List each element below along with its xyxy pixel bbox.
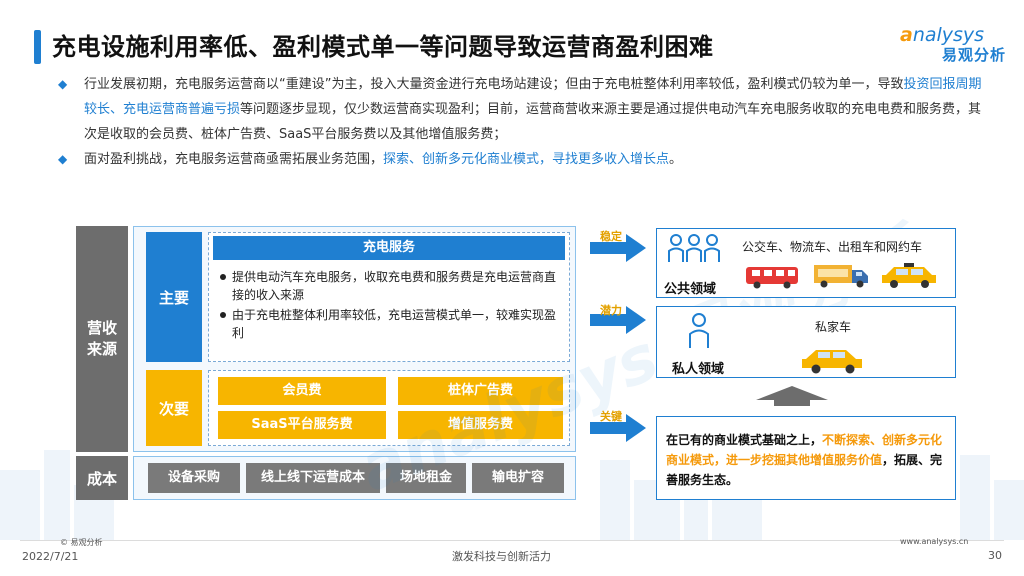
bullet-2-text-a: 面对盈利挑战，充电服务运营商亟需拓展业务范围，	[84, 152, 384, 167]
analysys-logo: analysys 易观分析	[900, 24, 1012, 76]
bullet-1-text-a: 行业发展初期，充电服务运营商以“重建设”为主，投入大量资金进行充电场站建设；但由…	[84, 77, 904, 92]
arrow-label-potential: 潜力	[600, 304, 622, 317]
cost-grid-expansion-chip: 输电扩容	[472, 463, 564, 493]
intro-bullets: ◆ 行业发展初期，充电服务运营商以“重建设”为主，投入大量资金进行充电场站建设；…	[56, 72, 986, 172]
bullet-2-highlight: 探索、创新多元化商业模式，寻找更多收入增长点	[383, 152, 670, 167]
cost-rent-chip: 场地租金	[386, 463, 466, 493]
footer-slogan: 激发科技与创新活力	[452, 550, 551, 563]
membership-fee-chip: 会员费	[218, 377, 386, 405]
public-domain-vehicles: 公交车、物流车、出租车和网约车	[742, 240, 923, 254]
bus-icon	[746, 267, 798, 289]
key-text-a: 在已有的商业模式基础之上，	[666, 433, 823, 447]
private-domain-title: 私人领域	[672, 362, 725, 377]
bullet-2-text-b: 。	[669, 152, 683, 167]
arrow-label-stable: 稳定	[600, 230, 622, 243]
cost-equipment-chip: 设备采购	[148, 463, 240, 493]
list-item: 由于充电桩整体利用率较低，充电运营模式单一，较难实现盈利	[218, 306, 564, 342]
diamond-bullet-icon: ◆	[58, 152, 68, 166]
charging-service-list: 提供电动汽车充电服务，收取充电费和服务费是充电运营商直接的收入来源 由于充电桩整…	[218, 268, 564, 344]
footer-date: 2022/7/21	[22, 550, 79, 563]
arrow-label-key: 关键	[600, 410, 622, 423]
up-arrow-icon	[756, 386, 828, 406]
secondary-revenue-tag: 次要	[146, 370, 202, 446]
logo-chinese: 易观分析	[941, 46, 1006, 64]
cost-operations-chip: 线上线下运营成本	[246, 463, 380, 493]
charging-service-heading: 充电服务	[213, 236, 565, 260]
main-revenue-tag: 主要	[146, 232, 202, 362]
private-domain-vehicles: 私家车	[815, 320, 852, 334]
footer-website: www.analysys.cn	[900, 537, 969, 546]
diamond-bullet-icon: ◆	[58, 77, 68, 91]
person-icon	[689, 313, 709, 348]
cost-label: 成本	[76, 456, 128, 500]
logo-wordmark: nalysys	[912, 24, 985, 46]
logo-letter-a: a	[900, 24, 913, 46]
footer-divider	[20, 540, 1004, 541]
private-car-icon	[802, 350, 862, 374]
page-title: 充电设施利用率低、盈利模式单一等问题导致运营商盈利困难	[52, 33, 714, 61]
public-domain-title: 公共领域	[664, 282, 717, 297]
logistics-truck-icon	[814, 265, 868, 288]
people-group-icon	[668, 234, 720, 262]
revenue-source-label: 营收来源	[76, 226, 128, 452]
value-added-fee-chip: 增值服务费	[398, 411, 563, 439]
taxi-icon	[882, 263, 936, 288]
page-number: 30	[988, 549, 1002, 562]
saas-fee-chip: SaaS平台服务费	[218, 411, 386, 439]
title-accent-bar	[34, 30, 41, 64]
pile-ad-fee-chip: 桩体广告费	[398, 377, 563, 405]
key-strategy-text: 在已有的商业模式基础之上，不断探索、创新多元化商业模式，进一步挖掘其他增值服务价…	[666, 430, 951, 490]
bullet-2: ◆ 面对盈利挑战，充电服务运营商亟需拓展业务范围，探索、创新多元化商业模式，寻找…	[56, 147, 986, 172]
footer-copyright: © 易观分析	[60, 538, 103, 547]
list-item: 提供电动汽车充电服务，收取充电费和服务费是充电运营商直接的收入来源	[218, 268, 564, 304]
bullet-1: ◆ 行业发展初期，充电服务运营商以“重建设”为主，投入大量资金进行充电场站建设；…	[56, 72, 986, 147]
